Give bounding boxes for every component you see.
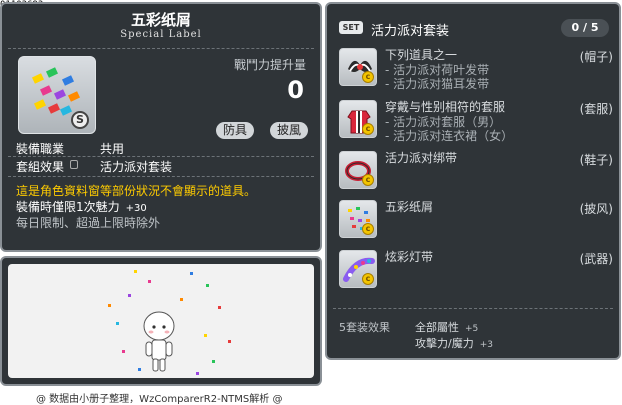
set-item-slot: (披风) <box>579 202 613 216</box>
item-icon-frame: S <box>18 56 96 134</box>
tag-defense: 防具 <box>215 122 254 139</box>
power-label: 戰鬥力提升量 <box>233 58 306 72</box>
charm-value: +30 <box>125 203 147 214</box>
set-effect-label: 套組效果 <box>16 160 65 174</box>
bonus-value: +3 <box>479 340 493 350</box>
set-item-sub: - 活力派对荷叶发带 <box>385 63 490 77</box>
coin-icon: c <box>362 123 374 135</box>
set-bonus-label: 5套装效果 <box>339 321 390 334</box>
bonus-stat: 全部屬性 <box>415 321 459 334</box>
set-item-name: 五彩纸屑 <box>385 200 434 214</box>
character-preview <box>108 270 231 375</box>
set-item-name: 下列道具之一 <box>385 48 458 62</box>
item-notice: 這是角色資料窗等部份狀況不會顯示的道具。 <box>16 184 257 198</box>
job-label: 裝備職業 <box>16 142 65 156</box>
set-bonus-1: 全部屬性 +5 <box>415 319 478 335</box>
set-item-name: 穿戴与性别相符的套服 <box>385 100 506 114</box>
s-badge-icon: S <box>71 111 89 129</box>
divider <box>8 176 314 177</box>
set-title: 活力派对套装 <box>371 24 450 39</box>
party-outfit-icon: c <box>339 100 377 138</box>
set-bonus-2: 攻擊力/魔力 +3 <box>415 335 493 351</box>
charm-text: 裝備時僅限1次魅力 <box>16 200 120 214</box>
footer-credit: @ 数据由小册子整理，WzComparerR2-NTMS解析 @ <box>36 394 283 405</box>
bow-headband-icon: c <box>339 48 377 86</box>
item-label: Special Label <box>120 29 202 40</box>
set-effect-value: 活力派对套装 <box>100 160 173 174</box>
job-value: 共用 <box>100 142 125 156</box>
strap-icon: c <box>339 151 377 189</box>
light-string-icon: c <box>339 250 377 288</box>
divider <box>8 156 314 157</box>
set-item-slot: (武器) <box>579 252 613 266</box>
item-name: 五彩纸屑 <box>130 11 191 29</box>
set-count: 0 / 5 <box>561 19 609 37</box>
set-item-sub: - 活力派对猫耳发带 <box>385 77 490 91</box>
limit-text: 每日限制、超過上限時除外 <box>16 216 161 230</box>
set-item-slot: (套服) <box>579 102 613 116</box>
confetti-icon: c <box>339 200 377 238</box>
coin-icon: c <box>362 223 374 235</box>
set-item-slot: (鞋子) <box>579 153 613 167</box>
bonus-value: +5 <box>465 324 479 334</box>
coin-icon: c <box>362 273 374 285</box>
coin-icon: c <box>362 71 374 83</box>
bonus-stat: 攻擊力/魔力 <box>415 337 474 350</box>
coin-icon: c <box>362 174 374 186</box>
set-item-slot: (帽子) <box>579 50 613 64</box>
preview-panel <box>0 256 322 386</box>
set-panel: SET 活力派对套装 0 / 5 c 下列道具之一 - 活力派对荷叶发带 - 活… <box>325 2 621 360</box>
divider <box>333 308 613 309</box>
set-item-sub: - 活力派对套服（男） <box>385 115 502 129</box>
set-badge: SET <box>339 21 363 34</box>
item-tooltip-panel: 五彩纸屑 Special Label S 戰鬥力提升量 0 防具 披風 裝備職業… <box>0 2 322 252</box>
divider <box>8 48 314 49</box>
lock-icon <box>70 160 78 169</box>
set-item-name: 活力派对绑带 <box>385 151 458 165</box>
set-item-name: 炫彩灯带 <box>385 250 434 264</box>
set-item-sub: - 活力派对连衣裙（女） <box>385 129 514 143</box>
preview-area <box>8 264 314 378</box>
character-figure <box>143 311 175 372</box>
charm-info: 裝備時僅限1次魅力 +30 <box>16 198 147 215</box>
tag-cape: 披風 <box>269 122 308 139</box>
power-value: 0 <box>287 76 304 104</box>
